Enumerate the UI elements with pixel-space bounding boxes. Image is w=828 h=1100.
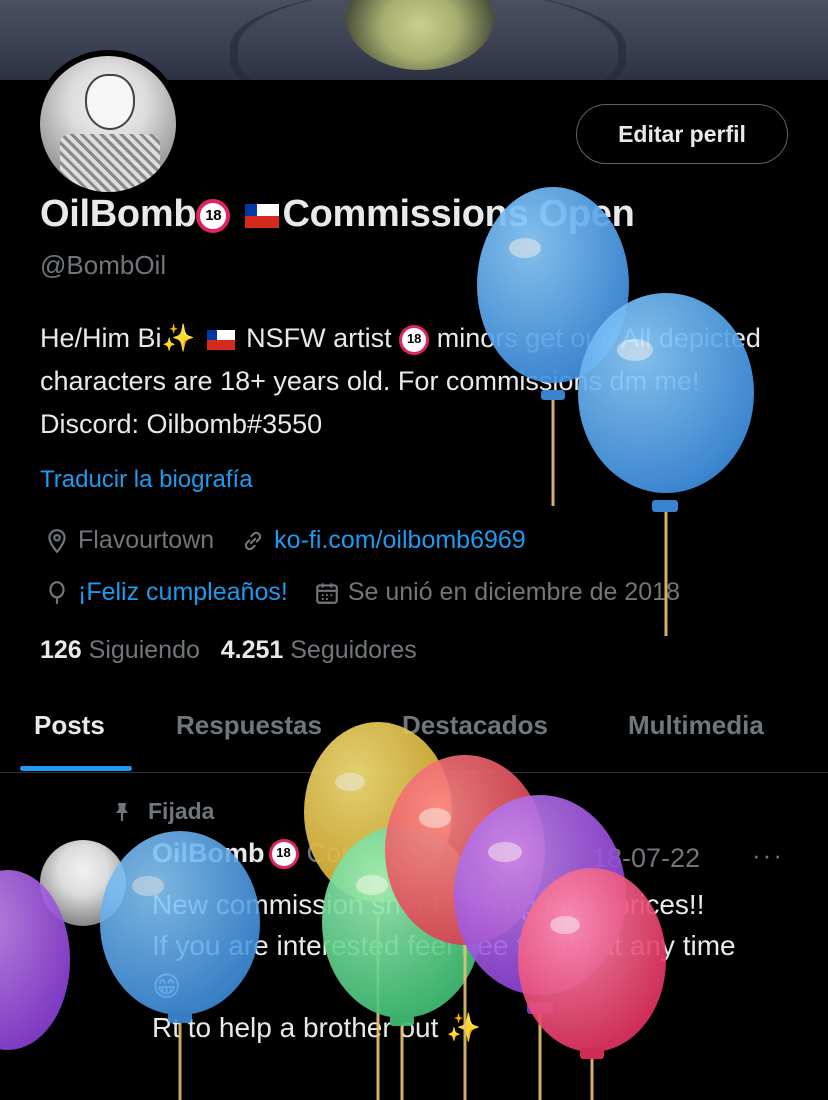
post-header: OilBomb 18 Commissio... xyxy=(152,838,463,869)
profile-joined-date: Se unió en diciembre de 2018 xyxy=(347,578,680,606)
display-name-suffix: Commissions Open xyxy=(282,193,635,235)
pinned-label: Fijada xyxy=(148,798,215,824)
post-text: New commission sheet with updated prices… xyxy=(152,884,772,1048)
profile-tabs: Posts Respuestas Destacados Multimedia xyxy=(0,690,828,773)
post-author-tail: Commissio... xyxy=(306,838,463,868)
post-line-3: Rt to help a brother out ✨ xyxy=(152,1007,772,1048)
post-author-name[interactable]: OilBomb xyxy=(152,838,265,869)
profile-avatar[interactable] xyxy=(34,50,182,198)
tab-replies[interactable]: Respuestas xyxy=(176,710,322,741)
grinning-face-icon: 😁 xyxy=(152,971,182,1002)
profile-location: Flavourtown xyxy=(78,526,215,554)
profile-meta-row-2: ¡Feliz cumpleaños! Se unió en diciembre … xyxy=(44,578,680,607)
sparkles-icon: ✨ xyxy=(161,323,196,353)
post-author-avatar[interactable] xyxy=(40,840,126,926)
following-label: Siguiendo xyxy=(88,636,200,664)
translate-bio-link[interactable]: Traducir la biografía xyxy=(40,466,253,494)
following-count: 126 xyxy=(40,636,82,664)
post-more-options-icon[interactable]: ··· xyxy=(752,840,784,871)
pin-icon xyxy=(110,800,134,824)
chile-flag-icon xyxy=(244,203,279,228)
active-tab-indicator xyxy=(20,766,132,771)
avatar-image xyxy=(40,56,176,192)
profile-bio: He/Him Bi✨ NSFW artist 18 minors get out… xyxy=(40,317,800,446)
tab-posts[interactable]: Posts xyxy=(34,710,105,741)
followers-label: Seguidores xyxy=(290,636,417,664)
followers-count: 4.251 xyxy=(220,636,284,664)
tab-highlights[interactable]: Destacados xyxy=(402,710,548,741)
adult-18-badge-icon: 18 xyxy=(196,198,231,233)
adult-18-badge-icon: 18 xyxy=(399,324,430,355)
bio-pronouns: He/Him Bi xyxy=(40,323,162,353)
profile-website-link[interactable]: ko-fi.com/oilbomb6969 xyxy=(274,526,526,555)
follow-counts: 126 Siguiendo 4.251 Seguidores xyxy=(40,636,417,665)
display-name-text: OilBomb xyxy=(40,193,197,235)
chile-flag-icon xyxy=(206,329,235,350)
post-line-2-text: If you are interested feel free to DM at… xyxy=(152,930,736,961)
post-date[interactable]: 18-07-22 xyxy=(592,843,700,874)
location-pin-icon xyxy=(44,528,70,554)
tab-media[interactable]: Multimedia xyxy=(628,710,764,741)
profile-handle: @BombOil xyxy=(40,250,167,280)
link-icon xyxy=(240,528,266,554)
following-link[interactable]: 126 Siguiendo xyxy=(40,636,200,664)
post-line-1: New commission sheet with updated prices… xyxy=(152,889,705,920)
sparkles-icon: ✨ xyxy=(446,1012,482,1043)
pinned-indicator: Fijada xyxy=(110,798,214,825)
balloon-icon xyxy=(44,580,70,606)
followers-link[interactable]: 4.251 Seguidores xyxy=(221,636,417,664)
post-line-2: If you are interested feel free to DM at… xyxy=(152,925,772,1007)
bio-artist: NSFW artist xyxy=(246,323,392,353)
edit-profile-button[interactable]: Editar perfil xyxy=(576,104,788,164)
adult-18-badge-icon: 18 xyxy=(268,838,299,869)
post-line-3-text: Rt to help a brother out xyxy=(152,1012,439,1043)
calendar-icon xyxy=(314,580,340,606)
birthday-link[interactable]: ¡Feliz cumpleaños! xyxy=(78,578,288,607)
display-name: OilBomb 18 Commissions Open xyxy=(40,193,635,236)
profile-meta-row-1: Flavourtown ko-fi.com/oilbomb6969 xyxy=(44,526,526,555)
